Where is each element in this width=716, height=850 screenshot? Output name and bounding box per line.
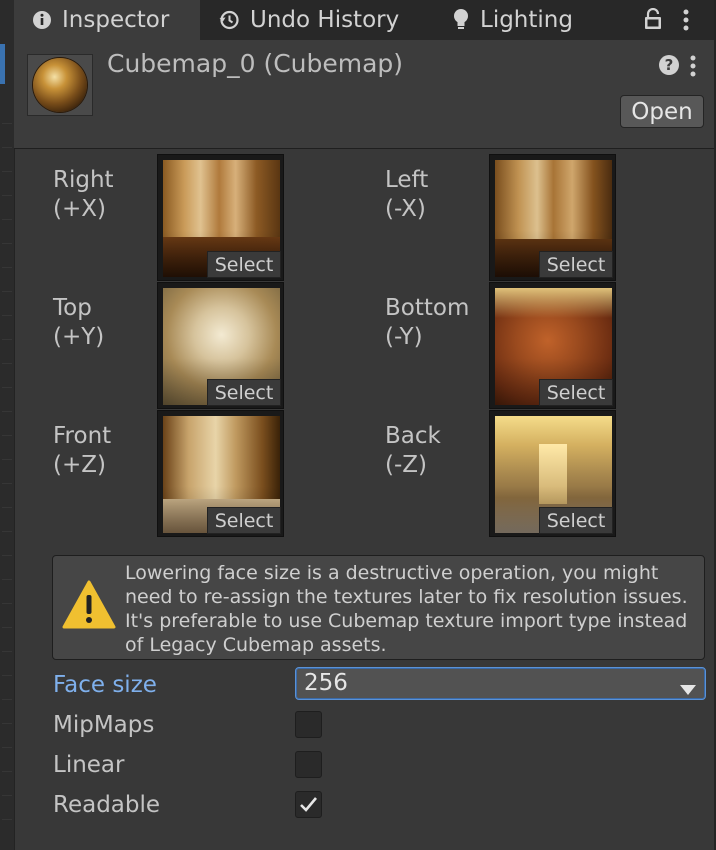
- tab-lighting[interactable]: Lighting: [452, 0, 573, 40]
- warning-icon: [62, 580, 116, 634]
- sphere-preview: [33, 58, 87, 112]
- face-slot-left[interactable]: Select: [489, 154, 616, 281]
- tab-label: Lighting: [480, 7, 573, 33]
- mipmaps-checkbox[interactable]: [295, 711, 322, 738]
- more-vert-icon[interactable]: [689, 54, 697, 82]
- tab-label: Undo History: [250, 7, 400, 33]
- history-icon: [218, 9, 240, 31]
- face-label-front: Front (+Z): [53, 423, 112, 478]
- face-size-label: Face size: [53, 672, 157, 698]
- asset-title: Cubemap_0 (Cubemap): [107, 49, 404, 78]
- help-icon[interactable]: ?: [658, 54, 680, 80]
- face-slot-front[interactable]: Select: [157, 410, 284, 537]
- tab-bar: Inspector Undo History Lighting: [14, 0, 714, 41]
- linear-label: Linear: [53, 752, 125, 778]
- face-size-dropdown[interactable]: 256: [295, 667, 706, 700]
- face-slot-right[interactable]: Select: [157, 154, 284, 281]
- mipmaps-label: MipMaps: [53, 712, 155, 738]
- lock-icon[interactable]: [643, 7, 663, 34]
- more-vert-icon[interactable]: [682, 8, 690, 36]
- face-label-top: Top (+Y): [53, 295, 105, 350]
- face-slot-back[interactable]: Select: [489, 410, 616, 537]
- face-slot-top[interactable]: Select: [157, 282, 284, 409]
- tab-undo-history[interactable]: Undo History: [218, 0, 399, 40]
- select-button[interactable]: Select: [207, 507, 281, 534]
- selection-indicator: [0, 44, 5, 84]
- select-button[interactable]: Select: [539, 379, 613, 406]
- face-label-bottom: Bottom (-Y): [385, 295, 470, 350]
- warning-helpbox: Lowering face size is a destructive oper…: [52, 555, 705, 660]
- chevron-down-icon: [680, 680, 696, 699]
- checkmark-icon: [300, 797, 317, 812]
- scene-view-edge: [0, 0, 15, 850]
- select-button[interactable]: Select: [207, 379, 281, 406]
- face-label-right: Right (+X): [53, 167, 114, 222]
- select-button[interactable]: Select: [539, 507, 613, 534]
- face-slot-bottom[interactable]: Select: [489, 282, 616, 409]
- cubemap-thumbnail: [27, 54, 93, 116]
- linear-checkbox[interactable]: [295, 751, 322, 778]
- select-button[interactable]: Select: [207, 251, 281, 278]
- tab-inspector[interactable]: Inspector: [14, 0, 200, 40]
- select-button[interactable]: Select: [539, 251, 613, 278]
- warning-text: Lowering face size is a destructive oper…: [125, 562, 688, 656]
- lightbulb-icon: [452, 8, 470, 32]
- readable-checkbox[interactable]: [295, 791, 322, 818]
- info-icon: [32, 10, 52, 30]
- svg-text:?: ?: [665, 56, 674, 74]
- face-label-left: Left (-X): [385, 167, 429, 222]
- tab-label: Inspector: [62, 7, 170, 33]
- open-button[interactable]: Open: [620, 95, 704, 128]
- grid-lines: [2, 100, 12, 840]
- face-size-value: 256: [304, 670, 348, 696]
- readable-label: Readable: [53, 792, 161, 818]
- face-label-back: Back (-Z): [385, 423, 441, 478]
- inspector-header: Cubemap_0 (Cubemap) ? Open: [14, 40, 714, 149]
